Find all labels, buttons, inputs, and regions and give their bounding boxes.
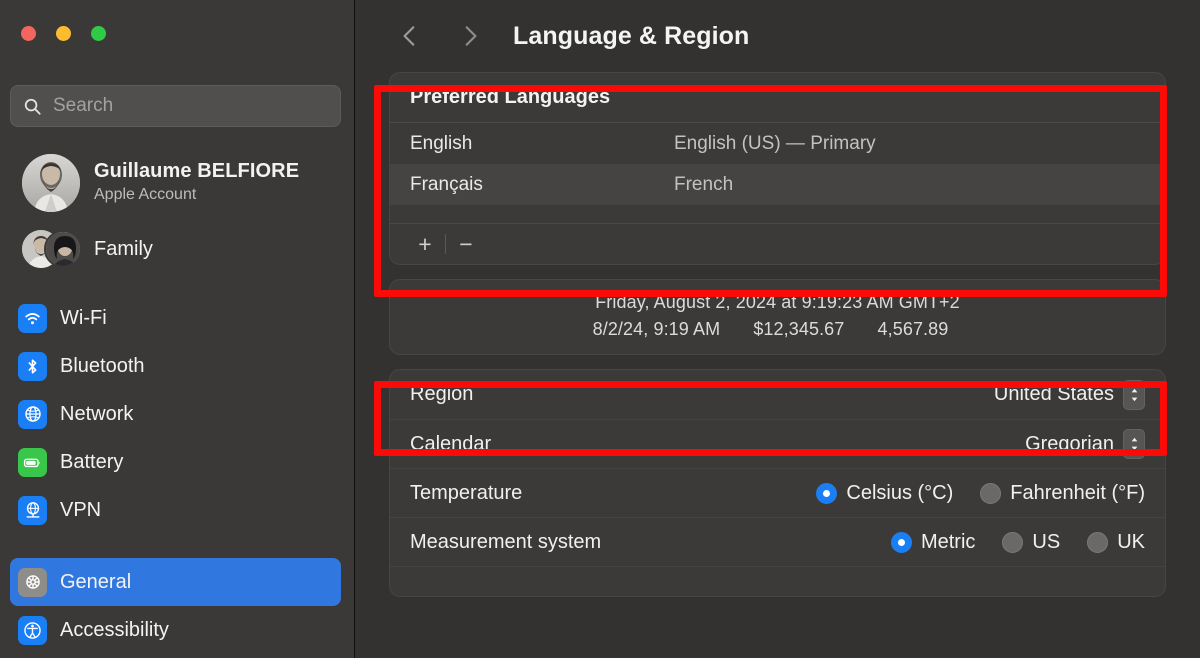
format-preview-short-date: 8/2/24, 9:19 AM	[592, 319, 721, 339]
bluetooth-icon	[18, 351, 47, 381]
accessibility-icon	[18, 615, 47, 645]
radio-button[interactable]	[890, 531, 912, 553]
radio-label: Metric	[920, 530, 976, 553]
region-row[interactable]: Region United States	[390, 370, 1165, 419]
measurement-option-uk[interactable]: UK	[1087, 531, 1145, 554]
format-preview-currency: $12,345.67	[753, 319, 845, 339]
sidebar-item-vpn[interactable]: VPN	[10, 486, 341, 534]
table-empty-space	[390, 205, 1165, 223]
search-field[interactable]	[10, 85, 341, 127]
account-name: Guillaume BELFIORE	[94, 160, 300, 183]
chevron-right-icon	[465, 26, 477, 46]
measurement-radio-group: Metric US UK	[890, 530, 1145, 554]
sidebar-item-wi-fi[interactable]: Wi-Fi	[10, 294, 341, 342]
region-label: Region	[410, 383, 474, 405]
language-description: English (US) — Primary	[674, 132, 876, 154]
radio-button[interactable]	[816, 482, 838, 504]
format-preview-samples: 8/2/24, 9:19 AM $12,345.67 4,567.89	[390, 319, 1165, 340]
account-subtitle: Apple Account	[94, 186, 197, 204]
family-avatars	[22, 230, 84, 268]
window-controls	[21, 26, 106, 41]
calendar-popup-button[interactable]: Gregorian	[1025, 429, 1145, 459]
sidebar-item-apple-account[interactable]: Guillaume BELFIORE Apple Account	[14, 150, 341, 216]
temperature-label: Temperature	[410, 481, 523, 504]
sidebar-item-label: Family	[94, 237, 153, 260]
table-row[interactable]: Français French	[390, 164, 1165, 205]
sidebar-item-network[interactable]: Network	[10, 390, 341, 438]
add-language-button[interactable]: +	[410, 230, 440, 258]
sidebar-group-divider	[10, 534, 341, 558]
sidebar-item-label: Accessibility	[60, 618, 169, 641]
radio-button[interactable]	[980, 482, 1002, 504]
next-row-partial	[390, 566, 1165, 596]
radio-label: UK	[1117, 530, 1145, 553]
sidebar: Guillaume BELFIORE Apple Account	[0, 0, 355, 658]
chevron-updown-icon[interactable]	[1123, 429, 1145, 459]
panel-title: Preferred Languages	[390, 73, 1165, 123]
control-divider	[445, 234, 446, 254]
language-description: French	[674, 173, 734, 195]
format-preview-panel: Friday, August 2, 2024 at 9:19:23 AM GMT…	[389, 279, 1166, 355]
measurement-system-label: Measurement system	[410, 530, 602, 553]
sidebar-item-label: VPN	[60, 498, 102, 521]
sidebar-item-bluetooth[interactable]: Bluetooth	[10, 342, 341, 390]
sidebar-item-general[interactable]: General	[10, 558, 341, 606]
sidebar-item-battery[interactable]: Battery	[10, 438, 341, 486]
sidebar-item-family[interactable]: Family	[14, 226, 341, 272]
sidebar-item-accessibility[interactable]: Accessibility	[10, 606, 341, 654]
search-input[interactable]	[53, 95, 328, 117]
calendar-label: Calendar	[410, 432, 492, 455]
gear-icon	[18, 567, 47, 597]
temperature-radio-group: Celsius (°C) Fahrenheit (°F)	[816, 482, 1145, 505]
radio-button[interactable]	[1002, 531, 1024, 553]
sidebar-item-label: General	[60, 570, 132, 593]
language-name: English	[410, 132, 473, 154]
preferred-languages-panel: Preferred Languages English English (US)…	[389, 72, 1166, 265]
measurement-option-metric[interactable]: Metric	[890, 530, 976, 554]
forward-button[interactable]	[451, 17, 489, 55]
vpn-globe-icon	[18, 495, 47, 525]
sidebar-item-label: Network	[60, 402, 134, 425]
sidebar-item-label: Wi-Fi	[60, 306, 107, 329]
globe-icon	[18, 399, 47, 429]
region-popup-button[interactable]: United States	[993, 379, 1145, 410]
calendar-value: Gregorian	[1025, 432, 1114, 455]
battery-icon	[18, 447, 47, 477]
chevron-left-icon	[403, 26, 415, 46]
language-name: Français	[410, 173, 483, 195]
content-area: Language & Region Preferred Languages En…	[355, 0, 1200, 658]
wifi-icon	[18, 303, 47, 333]
zoom-button[interactable]	[91, 26, 106, 41]
chevron-updown-icon[interactable]	[1123, 379, 1145, 410]
calendar-row[interactable]: Calendar Gregorian	[390, 419, 1165, 468]
measurement-option-us[interactable]: US	[1002, 531, 1060, 554]
avatar	[22, 154, 80, 212]
temperature-row: Temperature Celsius (°C) Fahrenheit (°F)	[390, 468, 1165, 517]
region-value: United States	[993, 383, 1114, 405]
remove-language-button[interactable]: −	[451, 230, 481, 258]
family-avatar-2	[44, 230, 82, 268]
format-preview-number: 4,567.89	[877, 319, 949, 339]
radio-label: Fahrenheit (°F)	[1010, 481, 1145, 504]
temperature-option-fahrenheit[interactable]: Fahrenheit (°F)	[980, 482, 1145, 505]
temperature-option-celsius[interactable]: Celsius (°C)	[816, 482, 953, 505]
back-button[interactable]	[391, 17, 429, 55]
system-settings-window: Guillaume BELFIORE Apple Account	[0, 0, 1200, 658]
format-preview-datetime: Friday, August 2, 2024 at 9:19:23 AM GMT…	[595, 292, 960, 312]
radio-button[interactable]	[1087, 531, 1109, 553]
close-button[interactable]	[21, 26, 36, 41]
measurement-system-row: Measurement system Metric US UK	[390, 517, 1165, 566]
radio-label: Celsius (°C)	[846, 481, 954, 504]
radio-label: US	[1032, 530, 1061, 553]
region-settings-panel: Region United States Calendar Gregorian	[389, 369, 1166, 597]
language-list-controls: + −	[390, 223, 1165, 264]
sidebar-item-label: Battery	[60, 450, 124, 473]
search-icon	[24, 98, 41, 115]
table-row[interactable]: English English (US) — Primary	[390, 123, 1165, 164]
minimize-button[interactable]	[56, 26, 71, 41]
page-title: Language & Region	[513, 21, 750, 50]
toolbar: Language & Region	[355, 0, 1200, 72]
sidebar-nav: Wi-Fi Bluetooth Network Battery VPN Gene…	[10, 294, 341, 654]
sidebar-item-label: Bluetooth	[60, 354, 145, 377]
